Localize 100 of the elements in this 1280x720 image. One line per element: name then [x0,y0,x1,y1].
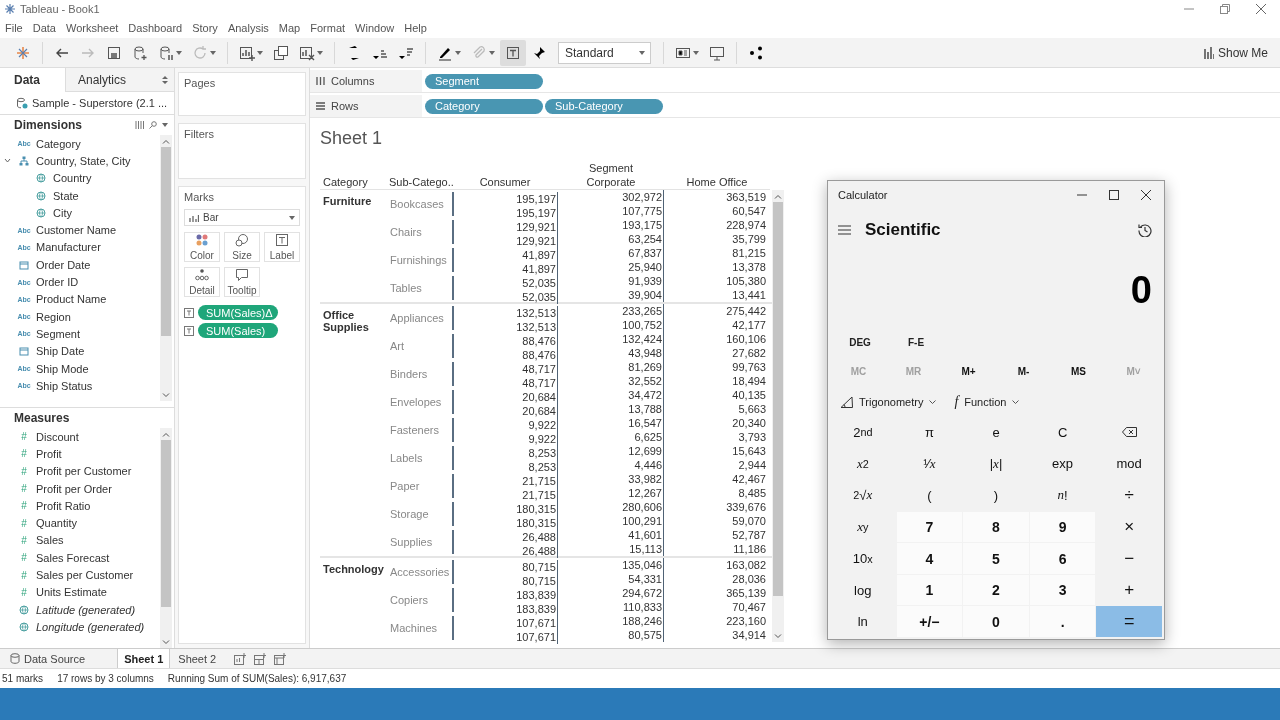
field-item[interactable]: Country, State, City [36,154,131,167]
logo-icon[interactable] [15,44,31,61]
close-icon[interactable] [1141,190,1151,200]
maximize-icon[interactable] [1109,190,1119,200]
caret-icon[interactable] [176,50,182,55]
field-item[interactable]: Longitude (generated) [36,620,145,633]
duplicate-icon[interactable] [273,44,289,61]
field-item[interactable]: Latitude (generated) [36,603,136,616]
caret-icon[interactable] [257,50,263,55]
mark-property-button[interactable]: Tooltip [224,267,260,297]
calculator-key[interactable]: 3 [1029,574,1096,606]
sheet-tab[interactable]: Sheet 2 [172,649,223,668]
field-item[interactable]: Ship Status [36,379,93,392]
field-item[interactable]: Order ID [36,276,79,288]
fit-dropdown[interactable]: Standard [558,41,651,64]
calculator-key[interactable]: 6 [1029,543,1096,574]
field-item[interactable]: Quantity [36,517,77,530]
database-add-icon[interactable] [132,44,148,61]
field-item[interactable]: Ship Date [36,345,85,358]
sheet-tab[interactable]: Sheet 1 [117,649,171,668]
text-label-icon[interactable] [505,44,521,61]
field-item[interactable]: Country [53,172,92,185]
calculator-key[interactable]: 5 [963,543,1029,574]
field-item[interactable]: Profit per Order [36,482,112,495]
field-item[interactable]: Sales per Customer [36,569,134,581]
paperclip-icon[interactable] [471,44,487,61]
calculator-key[interactable]: 1 [896,574,963,606]
chart-clear-icon[interactable] [299,44,315,61]
calculator-key[interactable]: 2 [963,574,1029,606]
new-dashboard-icon[interactable] [254,652,267,665]
calculator-key[interactable]: 9 [1029,511,1096,543]
calculator-key[interactable]: 7 [896,511,963,543]
caret-icon[interactable] [4,157,11,165]
show-me-button[interactable]: Show Me [1203,45,1280,60]
menu-item[interactable]: File [5,22,23,34]
mark-property-button[interactable]: Detail [184,267,220,297]
menu-item[interactable]: Map [278,22,301,34]
caret-icon[interactable] [210,50,216,55]
field-item[interactable]: Profit [36,447,62,460]
calculator-key[interactable]: 8 [963,511,1029,543]
close-icon[interactable] [1256,4,1266,14]
mode-toggle[interactable]: DEG [832,336,888,348]
caret-icon[interactable] [317,50,323,55]
caret-icon[interactable] [162,123,168,127]
menu-item[interactable]: Data [32,22,56,34]
monitor-icon[interactable] [709,44,725,61]
field-item[interactable]: Manufacturer [36,241,101,254]
field-item[interactable]: Product Name [36,293,107,306]
field-item[interactable]: City [53,206,72,219]
calculator-key[interactable]: 0 [963,606,1029,637]
field-item[interactable]: Units Estimate [36,586,107,599]
menu-icon[interactable] [838,225,851,235]
mark-property-button[interactable]: Label [264,232,300,262]
field-item[interactable]: Profit Ratio [36,499,91,512]
sheet-tab[interactable]: Data Source [4,649,92,668]
mode-toggle[interactable]: F-E [888,336,944,348]
database-pause-icon[interactable] [158,44,174,61]
calculator-key[interactable]: +/− [896,606,963,637]
menu-item[interactable]: Dashboard [128,22,183,34]
field-item[interactable]: Category [36,137,81,150]
memory-button[interactable]: M+ [941,365,996,377]
calculator-key[interactable]: 4 [896,543,963,574]
mark-property-button[interactable]: Size [224,232,260,262]
function-menu[interactable]: f Function [954,394,1020,410]
chart-add-icon[interactable] [239,44,255,61]
field-item[interactable]: Discount [36,430,79,443]
field-item[interactable]: State [53,189,79,202]
caret-icon[interactable] [455,50,461,55]
menu-item[interactable]: Story [192,22,218,34]
field-item[interactable]: Customer Name [36,224,117,237]
calculator-key[interactable]: = [1096,606,1162,637]
field-item[interactable]: Sales Forecast [36,551,110,564]
field-item[interactable]: Order Date [36,258,91,271]
caret-icon[interactable] [693,50,699,55]
share-icon[interactable] [748,44,764,61]
columns-icon[interactable] [135,121,144,129]
function-menu[interactable]: Trigonometry [840,396,937,408]
scrollbar[interactable] [160,428,172,648]
sort-icon[interactable] [162,75,168,84]
new-story-icon[interactable] [274,652,287,665]
menu-item[interactable]: Window [355,22,395,34]
field-item[interactable]: Profit per Customer [36,465,132,478]
data-source-name[interactable]: Sample - Superstore (2.1 ... [32,97,168,109]
mark-property-button[interactable]: Color [184,232,220,262]
caret-icon[interactable] [489,50,495,55]
field-item[interactable]: Region [36,310,71,323]
menu-item[interactable]: Format [310,22,346,34]
calculator-key[interactable]: . [1029,606,1096,637]
menu-item[interactable]: Worksheet [66,22,119,34]
history-icon[interactable] [1138,223,1152,237]
field-item[interactable]: Segment [36,327,81,340]
restore-icon[interactable] [1220,4,1230,14]
menu-item[interactable]: Analysis [227,22,269,34]
field-item[interactable]: Ship Mode [36,362,89,375]
mark-type-dropdown[interactable]: Bar [184,209,300,226]
memory-button[interactable]: M- [996,365,1051,377]
scrollbar[interactable] [160,135,172,401]
scrollbar[interactable] [772,190,784,642]
field-item[interactable]: Sales [36,534,64,547]
menu-item[interactable]: Help [404,22,427,34]
